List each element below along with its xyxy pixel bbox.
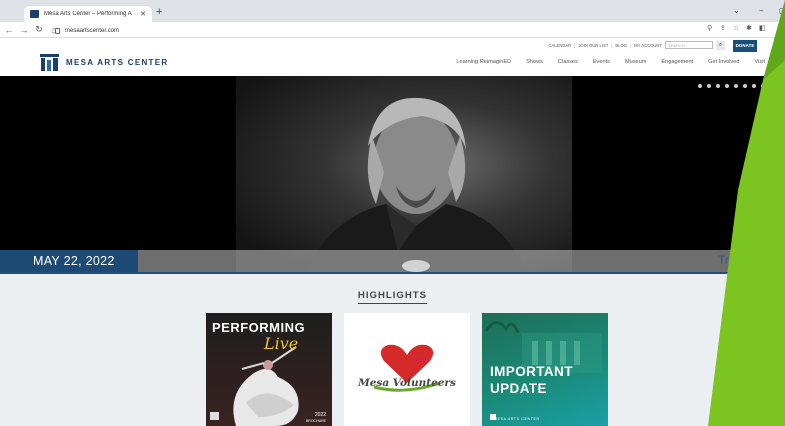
donate-button[interactable]: DONATE	[733, 40, 757, 52]
bookmark-star-icon[interactable]: ☆	[733, 24, 739, 32]
card-headline: PERFORMING	[212, 320, 306, 335]
back-arrow-icon[interactable]: ←	[3, 25, 15, 35]
my-account-link[interactable]: MY ACCOUNT	[634, 43, 662, 48]
slide-dot[interactable]	[725, 84, 729, 88]
highlights-heading: HIGHLIGHTS	[357, 290, 428, 304]
maximize-button[interactable]: ▢	[779, 6, 785, 15]
site-header: CALENDAR | JOIN OUR LIST | BLOG | MY ACC…	[0, 38, 785, 76]
screenshot: Mesa Arts Center – Performing A ✕ + ⌄ − …	[0, 0, 785, 426]
blog-link[interactable]: BLOG	[615, 43, 627, 48]
nav-classes[interactable]: Classes	[558, 59, 578, 65]
join-list-link[interactable]: JOIN OUR LIST	[578, 43, 608, 48]
new-tab-button[interactable]: +	[156, 6, 162, 18]
lock-icon	[55, 27, 60, 34]
logo-mark-icon	[40, 54, 59, 71]
hero-photo	[236, 76, 572, 272]
favicon-icon	[30, 10, 39, 18]
tab-title: Mesa Arts Center – Performing A	[44, 11, 132, 17]
card-title: Mesa Volunteers	[358, 377, 456, 389]
reload-icon[interactable]: ↻	[33, 24, 45, 35]
separator: |	[630, 42, 632, 48]
calendar-link[interactable]: CALENDAR	[548, 43, 571, 48]
hero-slider[interactable]	[0, 76, 785, 272]
separator: |	[574, 42, 576, 48]
card-script-text: Live	[264, 334, 299, 353]
utility-nav: CALENDAR | JOIN OUR LIST | BLOG | MY ACC…	[548, 40, 725, 50]
nav-museum[interactable]: Museum	[625, 59, 646, 65]
highlight-card-volunteers[interactable]: arts Mesa Volunteers	[344, 313, 470, 426]
chevron-down-icon[interactable]: ⌄	[733, 6, 740, 15]
event-title[interactable]: Tra	[718, 253, 736, 267]
tab-close-icon[interactable]: ✕	[140, 10, 146, 18]
highlights-section: HIGHLIGHTS PERFORMING Live 2022 BROCHURE…	[0, 274, 785, 426]
sidepanel-icon[interactable]: ◧	[759, 24, 766, 32]
slide-dot[interactable]	[716, 84, 720, 88]
nav-visit[interactable]: Visit	[755, 59, 765, 65]
zoom-icon[interactable]: ⚲	[707, 24, 712, 32]
browser-tabstrip: Mesa Arts Center – Performing A ✕ + ⌄ − …	[0, 0, 785, 22]
slide-dot[interactable]	[734, 84, 738, 88]
site-logo[interactable]: MESA ARTS CENTER	[40, 54, 168, 71]
heart-icon	[373, 344, 441, 392]
slide-dot[interactable]	[752, 84, 756, 88]
forward-arrow-icon[interactable]: →	[18, 25, 30, 35]
slide-dot[interactable]	[743, 84, 747, 88]
separator: |	[611, 42, 613, 48]
performer-portrait	[306, 97, 526, 272]
nav-get-involved[interactable]: Get Involved	[708, 59, 739, 65]
browser-toolbar: ← → ↻ ⌂ mesaartscenter.com	[0, 22, 785, 38]
event-date: MAY 22, 2022	[0, 250, 138, 272]
minimize-button[interactable]: −	[759, 6, 764, 15]
slide-dot[interactable]	[761, 84, 765, 88]
nav-events[interactable]: Events	[593, 59, 610, 65]
url-text[interactable]: mesaartscenter.com	[65, 28, 119, 34]
address-bar[interactable]: mesaartscenter.com	[55, 25, 695, 36]
highlight-card-performing-live[interactable]: PERFORMING Live 2022 BROCHURE	[206, 313, 332, 426]
site-search-input[interactable]: SEARCH	[665, 41, 713, 49]
extensions-icon[interactable]: ✱	[746, 24, 752, 32]
arts-script: arts	[414, 357, 426, 364]
card-logo-text: MESA ARTS CENTER	[494, 417, 540, 421]
card-line-1: IMPORTANT	[490, 364, 573, 379]
slide-dot[interactable]	[707, 84, 711, 88]
slide-dots	[698, 84, 765, 88]
logo-text: MESA ARTS CENTER	[66, 58, 169, 67]
nav-engagement[interactable]: Engagement	[661, 59, 693, 65]
card-subtext: BROCHURE	[305, 419, 326, 423]
highlight-card-important-update[interactable]: IMPORTANT UPDATE MESA ARTS CENTER	[482, 313, 608, 426]
card-line-2: UPDATE	[490, 381, 547, 396]
browser-tab[interactable]: Mesa Arts Center – Performing A ✕	[24, 6, 152, 22]
main-nav: Learning ReimaginED Shows Classes Events…	[456, 59, 765, 65]
nav-shows[interactable]: Shows	[526, 59, 543, 65]
search-icon[interactable]: ⌕	[716, 40, 725, 50]
nav-learning[interactable]: Learning ReimaginED	[456, 59, 511, 65]
share-icon[interactable]: ⇪	[720, 24, 726, 32]
slide-dot[interactable]	[698, 84, 702, 88]
card-year: 2022	[314, 412, 326, 418]
